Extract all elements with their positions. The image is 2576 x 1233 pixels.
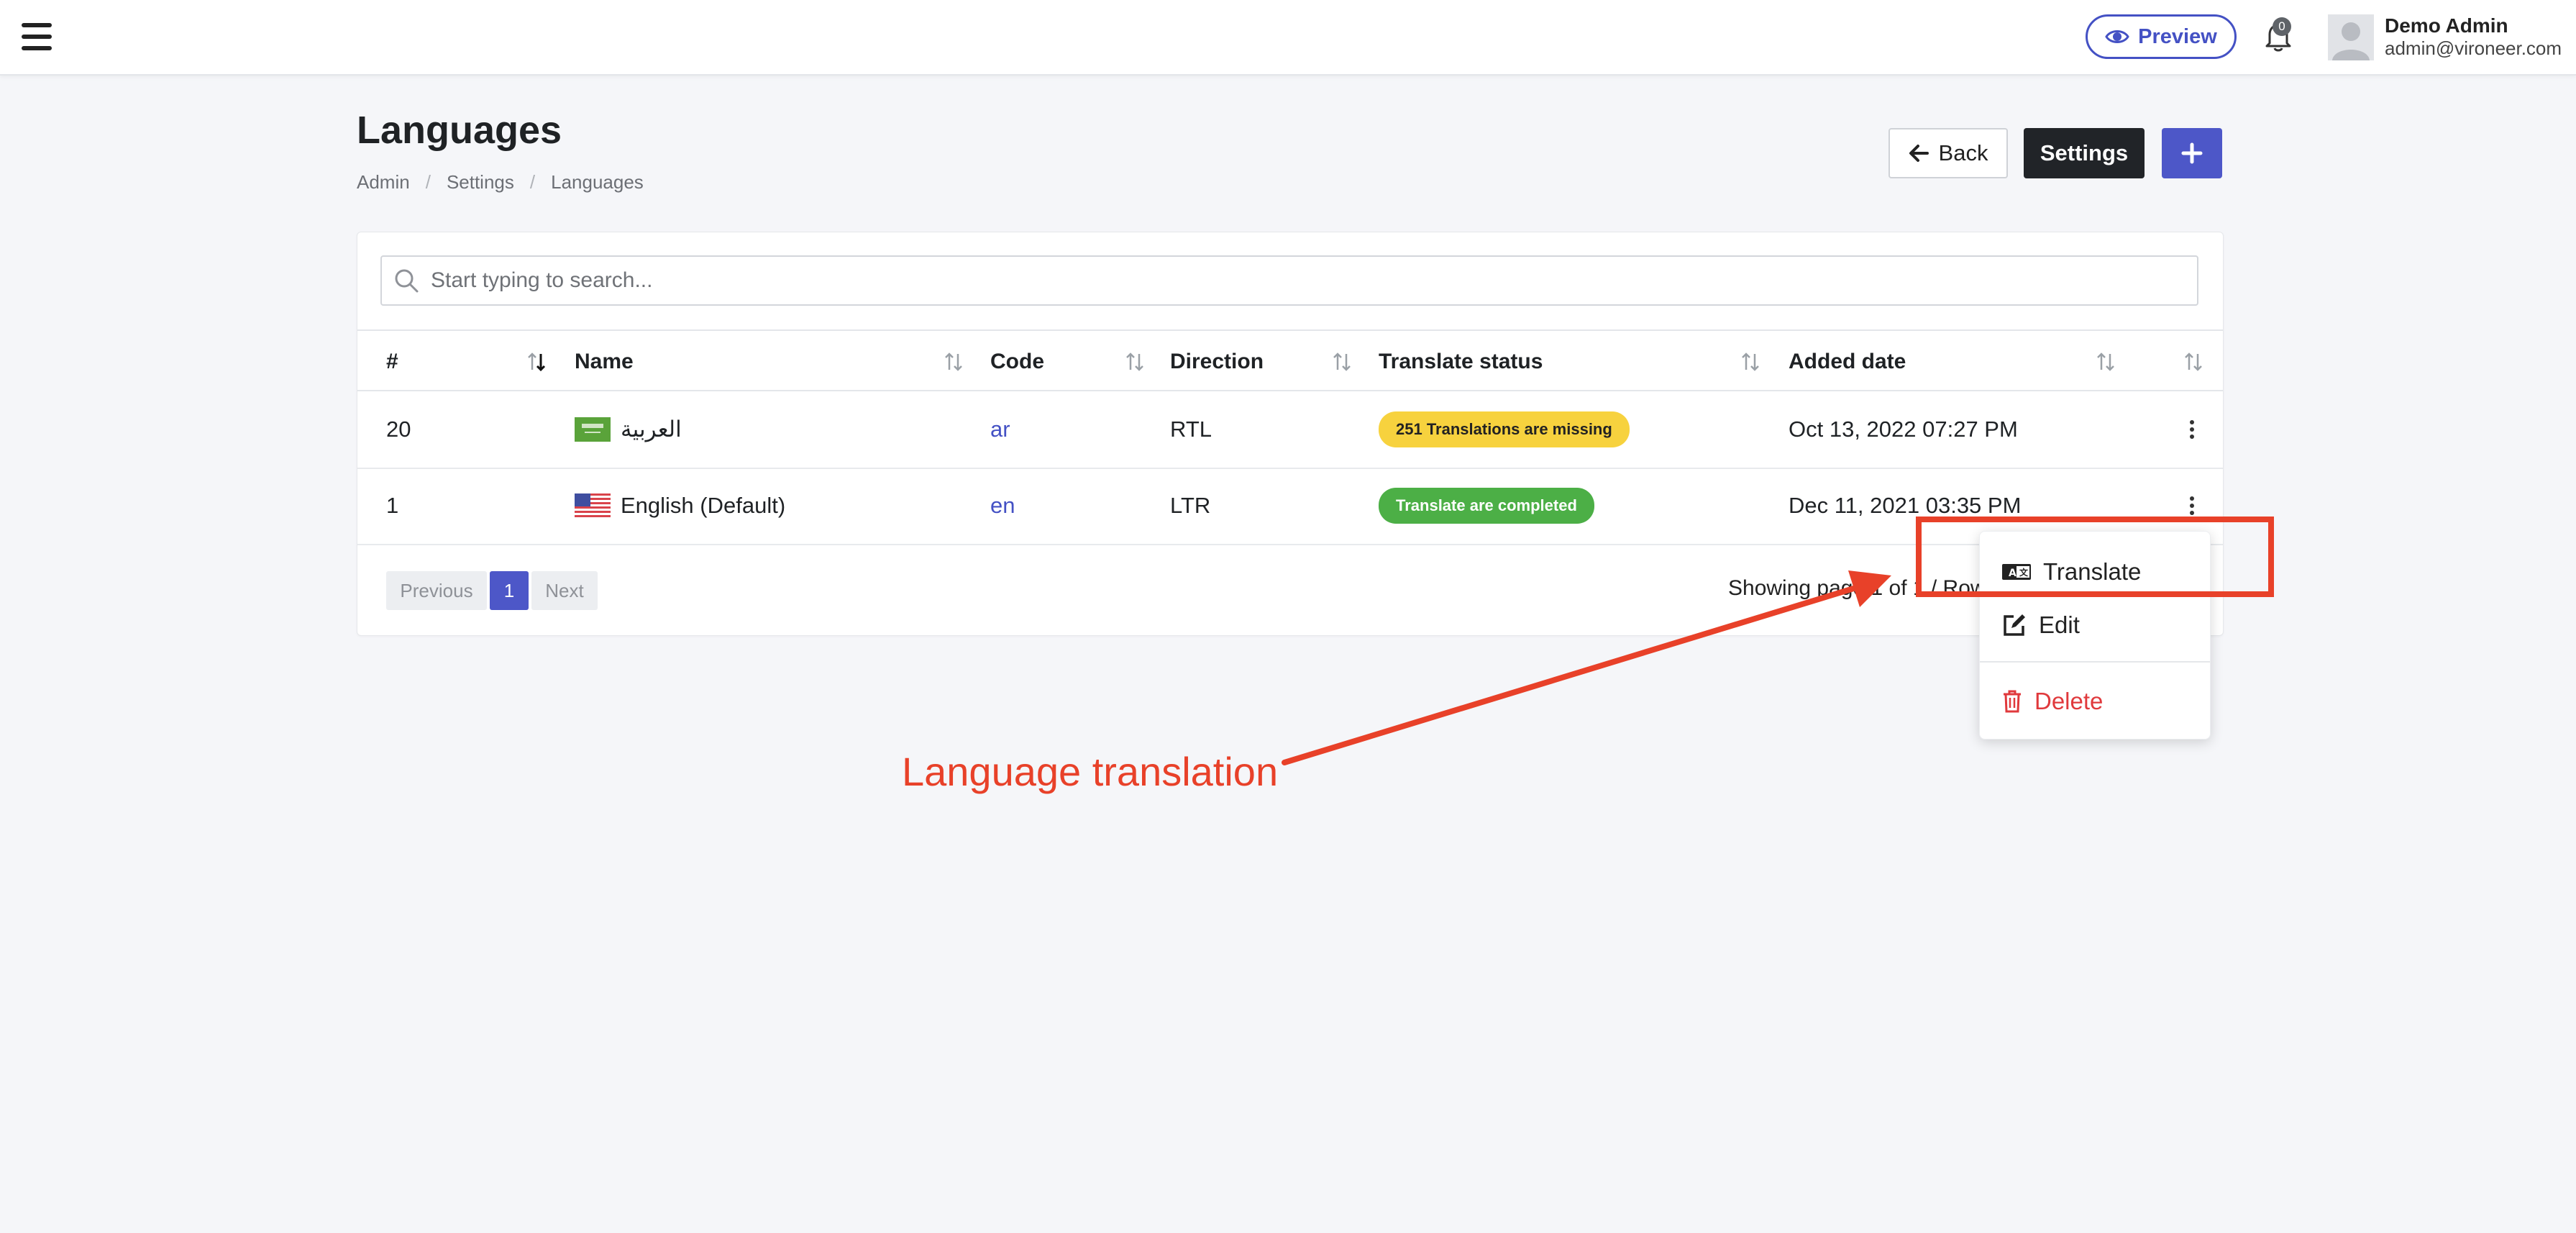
annotation-text: Language translation: [902, 749, 1279, 794]
annotation-arrow-icon: [1282, 570, 1891, 765]
